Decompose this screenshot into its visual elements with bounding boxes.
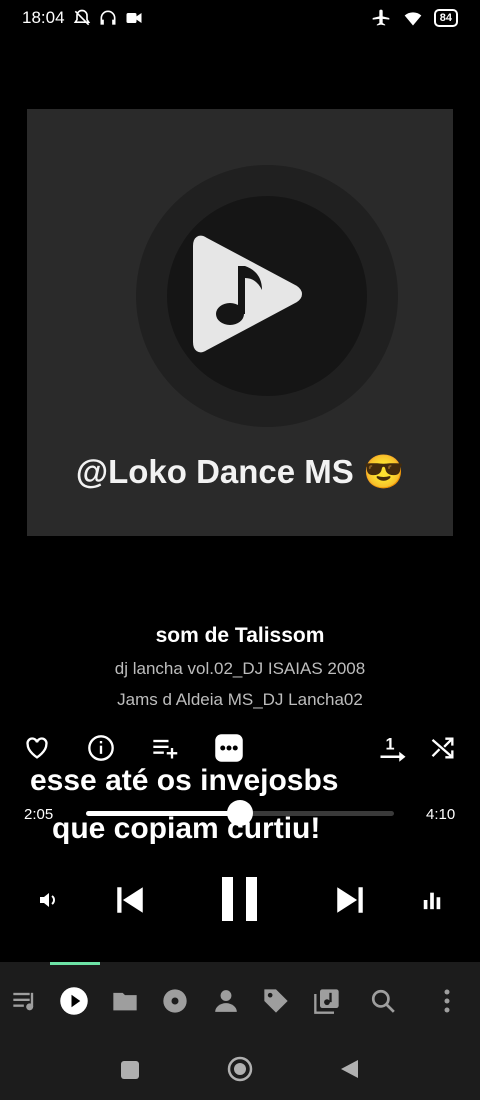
previous-icon[interactable]: [110, 880, 150, 920]
status-bar: 18:04 84: [0, 0, 480, 36]
back-icon[interactable]: [338, 1058, 360, 1080]
add-to-playlist-icon[interactable]: [149, 732, 181, 764]
track-album: dj lancha vol.02_DJ ISAIAS 2008: [114, 659, 366, 678]
shuffle-icon[interactable]: [427, 732, 459, 764]
volume-icon[interactable]: [33, 884, 65, 916]
pause-icon[interactable]: [216, 875, 264, 923]
album-art: @Loko Dance MS 😎: [27, 109, 453, 536]
artist-icon[interactable]: [211, 986, 241, 1016]
video-camera-icon: [126, 13, 142, 23]
album-icon[interactable]: [160, 986, 190, 1016]
play-note-logo-icon: [193, 235, 302, 353]
repeat-one-icon[interactable]: 1: [377, 732, 409, 764]
action-row: 1: [0, 732, 480, 768]
wifi-icon: [404, 12, 422, 26]
system-nav-bar: [0, 1038, 480, 1100]
svg-text:1: 1: [386, 735, 395, 753]
alarm-off-icon: [73, 9, 91, 26]
recents-icon[interactable]: [120, 1060, 140, 1080]
lyric-line-2: que copiam curtiu!: [52, 812, 321, 845]
airplane-icon: [372, 9, 390, 26]
info-icon[interactable]: [85, 732, 117, 764]
now-playing-icon[interactable]: [59, 986, 89, 1016]
track-title: som de Talissom: [155, 624, 325, 647]
home-icon[interactable]: [227, 1056, 253, 1082]
headphones-icon: [100, 10, 116, 25]
overflow-menu-icon[interactable]: [432, 986, 462, 1016]
equalizer-icon[interactable]: [416, 884, 448, 916]
library-icon[interactable]: [312, 986, 342, 1016]
queue-icon[interactable]: [10, 986, 40, 1016]
time-elapsed: 2:05: [24, 806, 54, 823]
favorite-icon[interactable]: [21, 732, 53, 764]
status-time: 18:04: [22, 8, 65, 27]
transport-controls: [0, 870, 480, 930]
lyric-line-1: esse até os invejosbs: [30, 764, 339, 797]
folder-icon[interactable]: [110, 986, 140, 1016]
tag-icon[interactable]: [261, 986, 291, 1016]
track-artist: Jams d Aldeia MS_DJ Lancha02: [117, 690, 363, 709]
more-icon[interactable]: [213, 732, 245, 764]
battery-icon: 84: [433, 9, 458, 27]
nav-active-indicator: [50, 962, 100, 965]
time-total: 4:10: [426, 806, 456, 823]
next-icon[interactable]: [330, 880, 370, 920]
search-icon[interactable]: [368, 986, 398, 1016]
album-art-caption: @Loko Dance MS 😎: [75, 453, 405, 490]
status-left-icons: [72, 8, 144, 28]
status-right-icons: 84: [370, 8, 458, 28]
